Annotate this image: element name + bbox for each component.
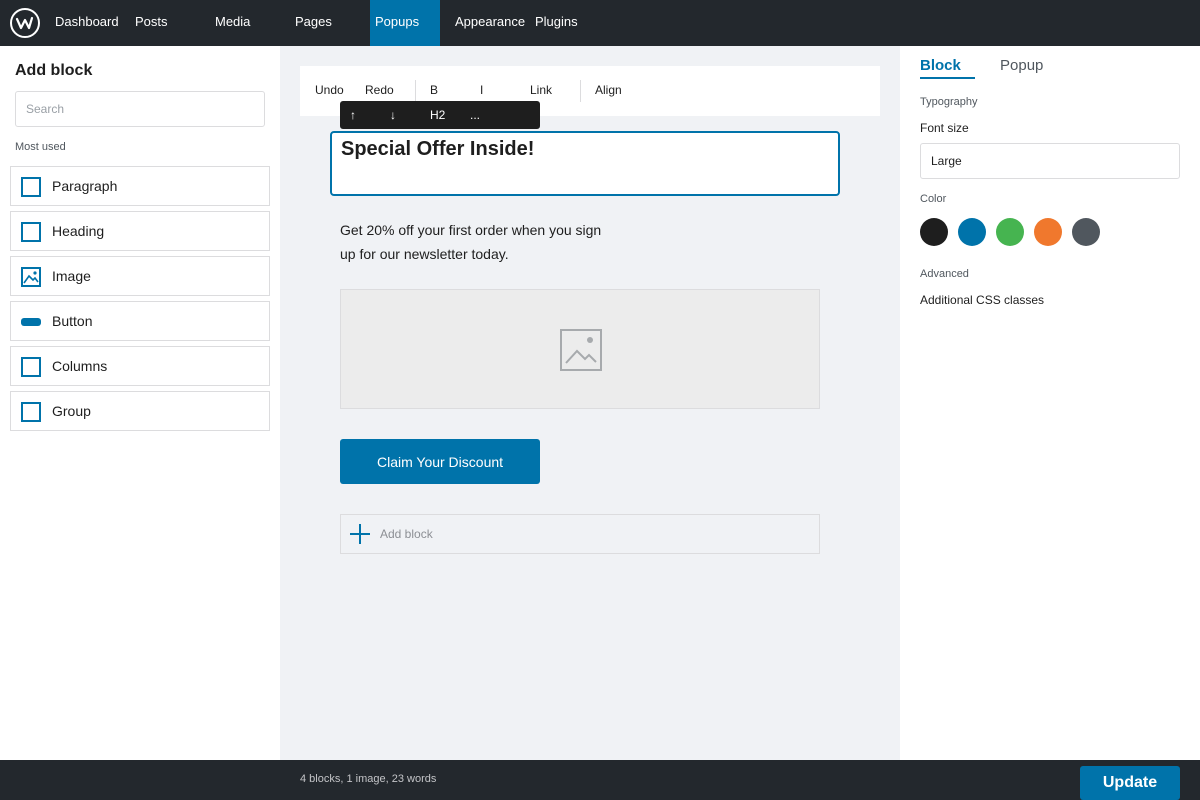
admin-top-bar: Dashboard Posts Media Pages Popups Appea… [0, 0, 1200, 46]
site-logo-icon[interactable] [10, 8, 40, 38]
block-item-label: Columns [52, 358, 108, 374]
color-swatch-blue[interactable] [958, 218, 986, 246]
toolbar-divider [580, 80, 581, 102]
image-placeholder-icon [560, 329, 602, 371]
nav-dashboard[interactable]: Dashboard [55, 0, 119, 46]
more-options-button[interactable]: ... [470, 101, 480, 129]
nav-popups[interactable]: Popups [370, 0, 440, 46]
update-button[interactable]: Update [1080, 766, 1180, 800]
image-block-icon [21, 267, 41, 287]
css-classes-label[interactable]: Additional CSS classes [920, 293, 1044, 307]
block-inserter-panel: Add block Most used Paragraph Heading Im… [0, 46, 280, 760]
nav-media[interactable]: Media [215, 0, 250, 46]
block-item-label: Button [52, 313, 93, 329]
color-swatch-orange[interactable] [1034, 218, 1062, 246]
block-item-columns[interactable]: Columns [10, 346, 270, 386]
heading-level-button[interactable]: H2 [430, 101, 445, 129]
nav-pages[interactable]: Pages [295, 0, 332, 46]
color-swatch-gray[interactable] [1072, 218, 1100, 246]
block-search-input[interactable] [15, 91, 265, 127]
nav-appearance[interactable]: Appearance [455, 0, 525, 46]
block-item-paragraph[interactable]: Paragraph [10, 166, 270, 206]
block-toolbar: ↑ ↓ H2 ... [340, 101, 540, 129]
editor-canvas: Undo Redo B I Link Align ↑ ↓ H2 ... Spec… [280, 46, 900, 760]
heading-block-selected[interactable]: Special Offer Inside! [330, 131, 840, 196]
nav-plugins[interactable]: Plugins [535, 0, 578, 46]
tab-block[interactable]: Block [920, 56, 961, 76]
nav-posts[interactable]: Posts [135, 0, 168, 46]
heading-block-icon [21, 222, 41, 242]
editor-status-bar: 4 blocks, 1 image, 23 words Update [0, 760, 1200, 800]
align-button[interactable]: Align [595, 66, 622, 114]
font-size-label: Font size [920, 121, 969, 135]
paragraph-block-icon [21, 177, 41, 197]
paragraph-block[interactable]: Get 20% off your first order when you si… [340, 218, 620, 266]
document-stats: 4 blocks, 1 image, 23 words [300, 773, 437, 785]
settings-sidebar: Block Popup Typography Font size Large C… [900, 46, 1200, 760]
block-item-label: Paragraph [52, 178, 118, 194]
block-item-button[interactable]: Button [10, 301, 270, 341]
add-block-label: Add block [380, 527, 433, 541]
plus-icon [350, 524, 370, 544]
color-label: Color [920, 193, 947, 205]
most-used-label: Most used [15, 141, 66, 153]
active-tab-indicator [920, 77, 975, 79]
typography-label: Typography [920, 96, 978, 108]
block-item-image[interactable]: Image [10, 256, 270, 296]
image-placeholder-block[interactable] [340, 289, 820, 409]
color-swatch-green[interactable] [996, 218, 1024, 246]
font-size-select[interactable]: Large [920, 143, 1180, 179]
button-block-icon [21, 318, 41, 326]
move-up-button[interactable]: ↑ [350, 101, 356, 129]
block-item-label: Group [52, 403, 91, 419]
panel-title: Add block [15, 62, 93, 79]
claim-discount-button[interactable]: Claim Your Discount [340, 439, 540, 484]
columns-block-icon [21, 357, 41, 377]
block-item-group[interactable]: Group [10, 391, 270, 431]
advanced-label: Advanced [920, 268, 969, 280]
toolbar-divider [415, 80, 416, 102]
block-item-heading[interactable]: Heading [10, 211, 270, 251]
color-swatch-black[interactable] [920, 218, 948, 246]
move-down-button[interactable]: ↓ [390, 101, 396, 129]
popup-heading[interactable]: Special Offer Inside! [341, 138, 534, 161]
add-block-appender[interactable]: Add block [340, 514, 820, 554]
tab-popup[interactable]: Popup [1000, 56, 1043, 76]
block-item-label: Image [52, 268, 91, 284]
group-block-icon [21, 402, 41, 422]
block-item-label: Heading [52, 223, 105, 239]
